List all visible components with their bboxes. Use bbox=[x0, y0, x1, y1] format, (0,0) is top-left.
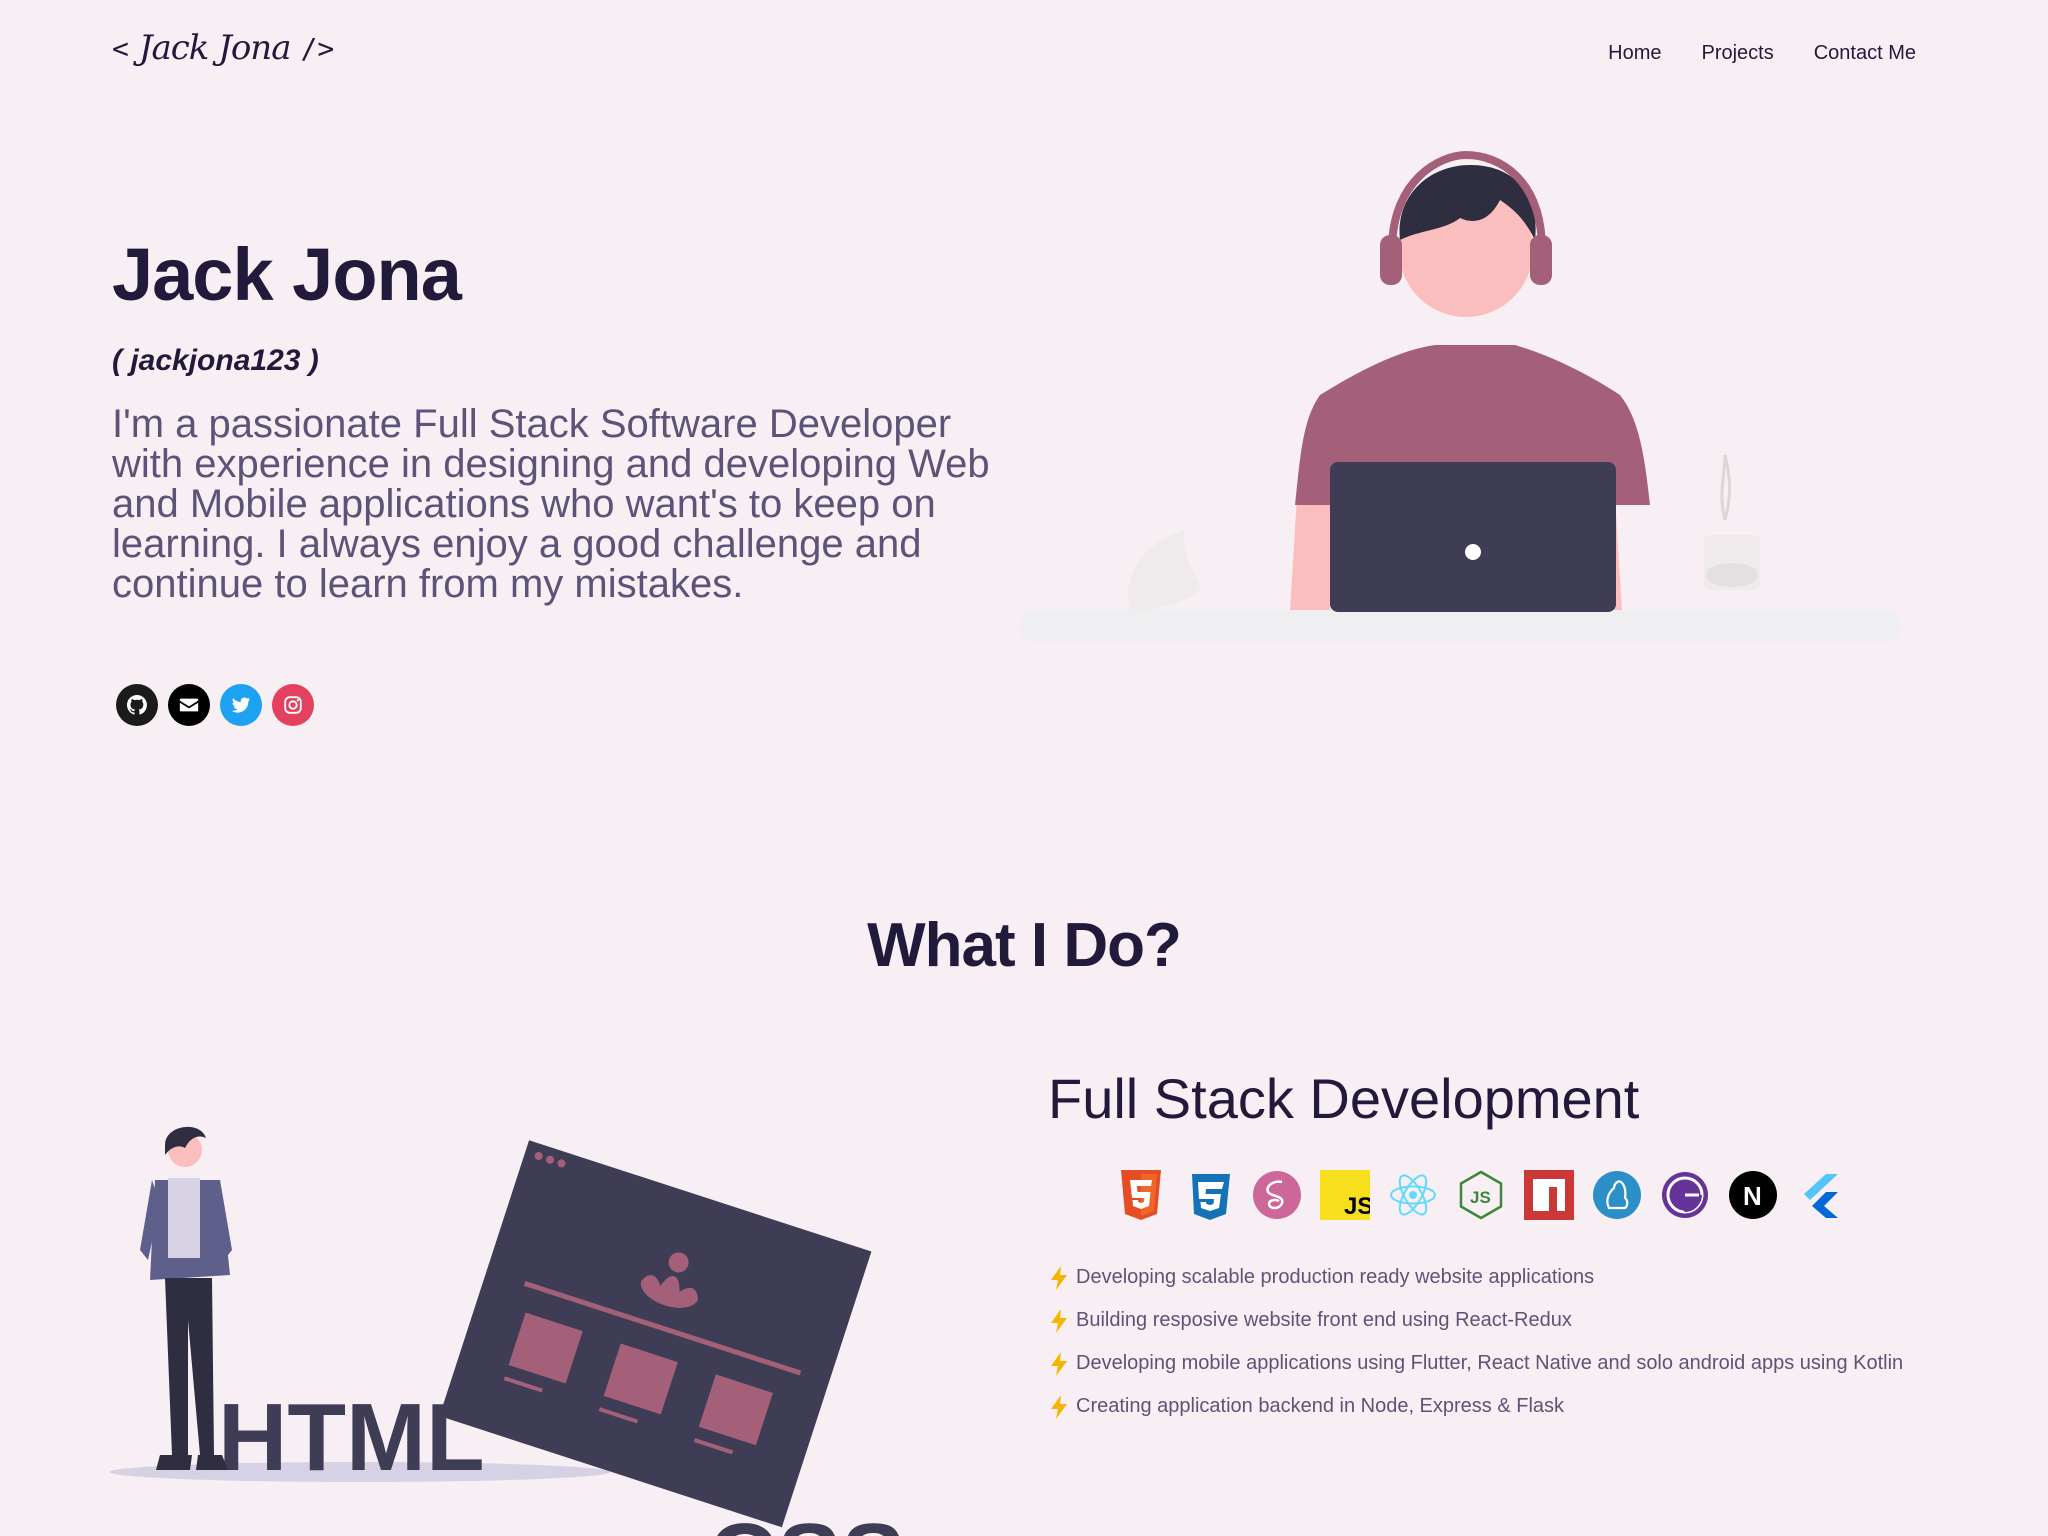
npm-icon bbox=[1524, 1170, 1574, 1220]
social-links bbox=[116, 684, 314, 726]
mail-icon bbox=[179, 698, 199, 712]
developer-illustration bbox=[1020, 150, 1900, 642]
nav-projects[interactable]: Projects bbox=[1701, 42, 1773, 65]
laptop-icon bbox=[1330, 462, 1616, 612]
firebase-icon bbox=[1592, 1170, 1642, 1220]
hero-handle: ( jackjona123 ) bbox=[112, 344, 319, 377]
lightning-icon bbox=[1051, 1351, 1067, 1376]
github-link[interactable] bbox=[116, 684, 158, 726]
logo-signature: Jack Jona bbox=[138, 28, 292, 68]
list-item: Building resposive website front end usi… bbox=[1048, 1299, 1903, 1342]
hero-bio: I'm a passionate Full Stack Software Dev… bbox=[112, 402, 990, 606]
email-link[interactable] bbox=[168, 684, 210, 726]
sass-icon bbox=[1252, 1170, 1302, 1220]
lightning-icon bbox=[1051, 1265, 1067, 1290]
javascript-icon: JS bbox=[1320, 1170, 1370, 1220]
bullet-text: Building resposive website front end usi… bbox=[1076, 1309, 1572, 1331]
svg-text:JS: JS bbox=[1344, 1193, 1370, 1220]
list-item: Developing scalable production ready web… bbox=[1048, 1256, 1903, 1299]
coffee-cup-icon bbox=[1704, 454, 1760, 590]
html5-icon bbox=[1116, 1170, 1166, 1220]
section-title: What I Do? bbox=[867, 911, 1182, 980]
illustration-css-text: CSS bbox=[708, 1504, 905, 1536]
logo[interactable]: < Jack Jona /> bbox=[112, 28, 334, 68]
skill-title: Full Stack Development bbox=[1048, 1067, 1640, 1130]
instagram-link[interactable] bbox=[272, 684, 314, 726]
skill-bullet-list: Developing scalable production ready web… bbox=[1048, 1256, 1903, 1428]
fullstack-illustration: HTML CSS bbox=[110, 1126, 905, 1536]
nav-contact-me[interactable]: Contact Me bbox=[1814, 42, 1916, 65]
svg-text:N: N bbox=[1743, 1181, 1762, 1211]
bullet-text: Creating application backend in Node, Ex… bbox=[1076, 1395, 1565, 1417]
hero-name: Jack Jona bbox=[112, 233, 462, 316]
bullet-text: Developing mobile applications using Flu… bbox=[1076, 1352, 1904, 1374]
twitter-link[interactable] bbox=[220, 684, 262, 726]
svg-text:JS: JS bbox=[1470, 1188, 1491, 1207]
nav-home[interactable]: Home bbox=[1608, 42, 1661, 65]
twitter-icon bbox=[231, 697, 251, 713]
tech-icon-list: JS JS N bbox=[1116, 1170, 1846, 1220]
lightning-icon bbox=[1051, 1308, 1067, 1333]
nodejs-icon: JS bbox=[1456, 1170, 1506, 1220]
flutter-icon bbox=[1796, 1170, 1846, 1220]
list-item: Developing mobile applications using Flu… bbox=[1048, 1342, 1903, 1385]
github-icon bbox=[127, 695, 147, 715]
illustration-html-text: HTML bbox=[218, 1384, 485, 1491]
react-icon bbox=[1388, 1170, 1438, 1220]
nextjs-icon: N bbox=[1728, 1170, 1778, 1220]
bullet-text: Developing scalable production ready web… bbox=[1076, 1266, 1595, 1288]
main-nav: Home Projects Contact Me bbox=[1608, 42, 1916, 65]
logo-open-bracket: < bbox=[112, 31, 129, 65]
instagram-icon bbox=[284, 696, 302, 714]
desk bbox=[1020, 610, 1900, 642]
list-item: Creating application backend in Node, Ex… bbox=[1048, 1385, 1903, 1428]
plant-icon bbox=[1128, 530, 1200, 610]
css3-icon bbox=[1184, 1170, 1234, 1220]
logo-close-bracket: /> bbox=[300, 31, 335, 65]
lightning-icon bbox=[1051, 1394, 1067, 1419]
gatsby-icon bbox=[1660, 1170, 1710, 1220]
